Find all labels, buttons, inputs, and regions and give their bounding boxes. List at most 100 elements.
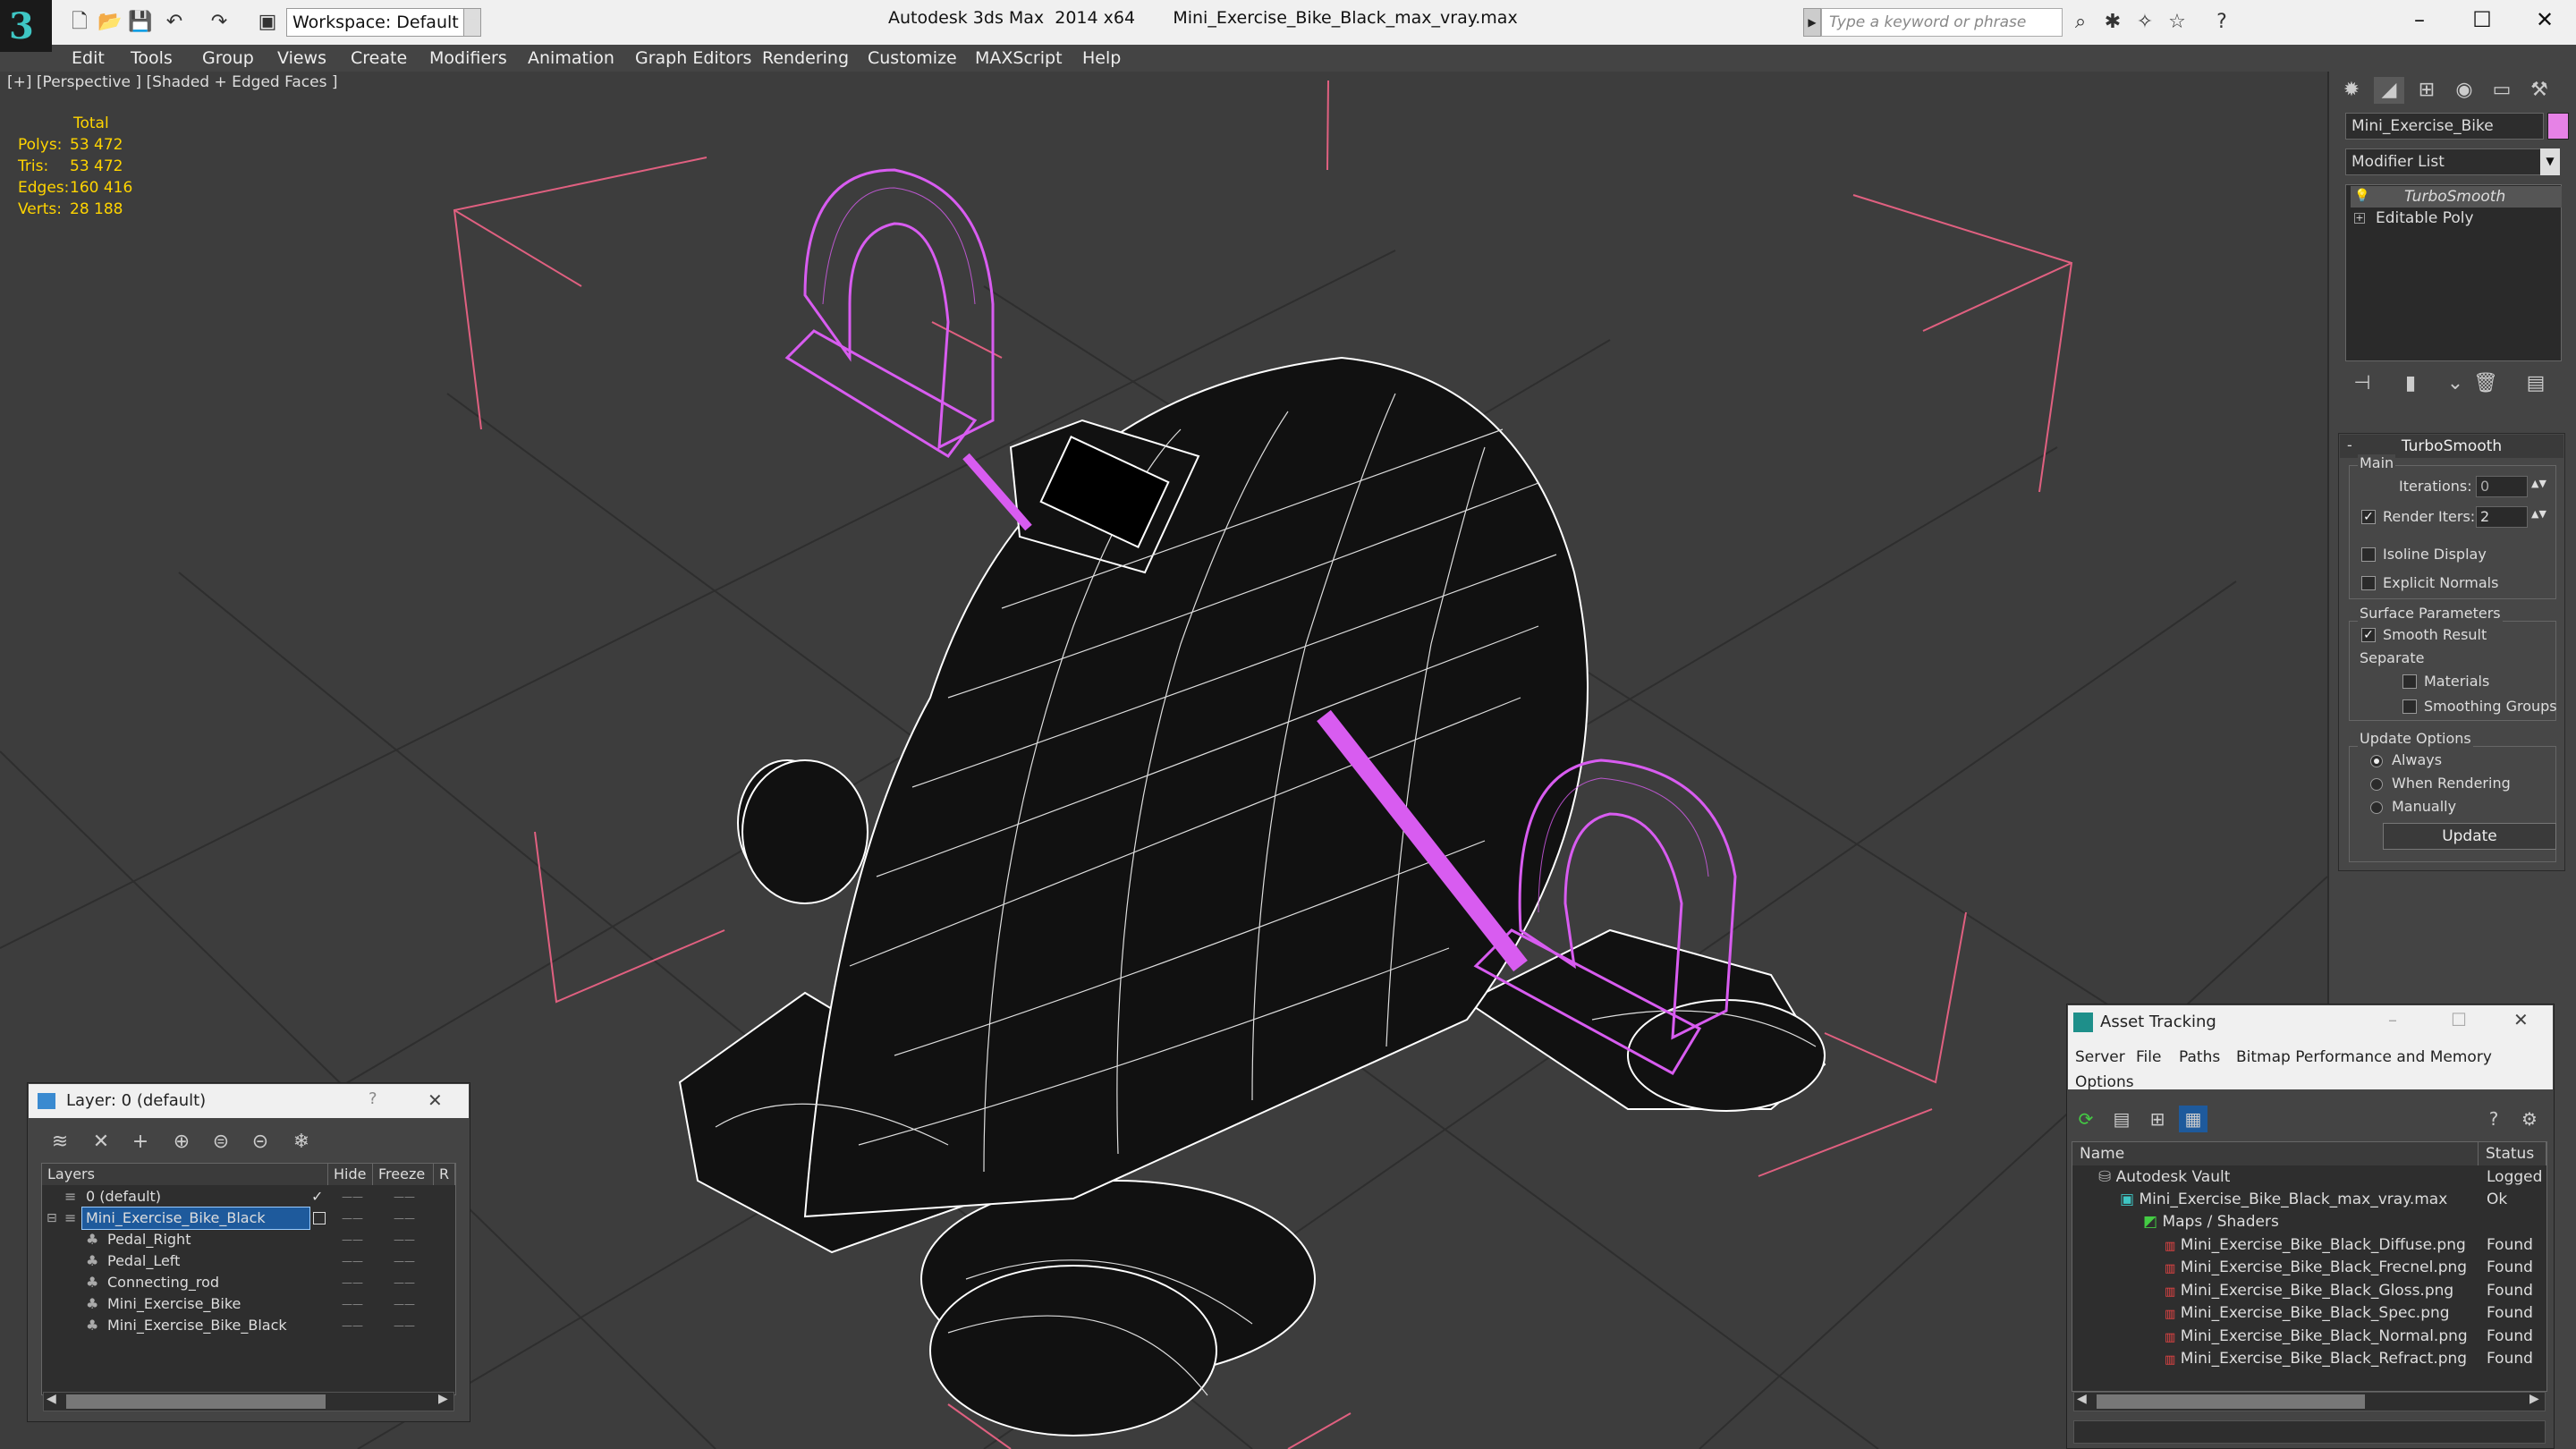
layer-manager-icon[interactable]: ≋ [45,1129,75,1156]
column-render[interactable]: R [434,1164,455,1185]
tree-view-icon[interactable]: ⊞ [2143,1106,2172,1132]
workspace-select[interactable]: Workspace: Default [286,8,465,37]
layer-row[interactable]: ≡ 0 (default) ✓ —— —— [43,1186,454,1208]
create-tab-icon[interactable]: ✹ [2336,77,2367,104]
close-button[interactable]: ✕ [2513,0,2576,39]
scroll-left-icon[interactable]: ◀ [2077,1392,2087,1406]
close-button[interactable]: ✕ [2513,1009,2529,1030]
viewport-label[interactable]: [+] [Perspective ] [Shaded + Edged Faces… [7,73,337,91]
scroll-right-icon[interactable]: ▶ [2529,1392,2539,1406]
column-name[interactable]: Name [2072,1142,2479,1165]
asset-menu-file[interactable]: File [2136,1045,2161,1070]
delete-layer-icon[interactable]: ✕ [86,1129,116,1156]
asset-row[interactable]: ▥ Mini_Exercise_Bike_Black_Normal.png [2165,1326,2468,1348]
isoline-display-checkbox[interactable] [2361,547,2376,562]
asset-row[interactable]: ▥ Mini_Exercise_Bike_Black_Diffuse.png [2165,1234,2466,1257]
asset-row[interactable]: ▥ Mini_Exercise_Bike_Black_Gloss.png [2165,1280,2453,1302]
stack-item-editable-poly[interactable]: Editable Poly [2351,208,2474,229]
undo-icon[interactable]: ↶ [161,9,188,36]
chevron-down-icon[interactable]: ▼ [463,8,481,37]
layer-row[interactable]: ♣ Mini_Exercise_Bike_Black —— —— [43,1315,454,1336]
utilities-tab-icon[interactable]: ⚒ [2524,77,2555,104]
search-expand-icon[interactable]: ▶ [1803,8,1821,37]
freeze-toggle[interactable]: —— [394,1293,415,1315]
favorites-star-icon[interactable]: ☆ [2165,10,2190,35]
asset-row[interactable]: ▥ Mini_Exercise_Bike_Black_Spec.png [2165,1302,2450,1325]
collapse-minus-icon[interactable]: - [2347,436,2352,453]
display-tab-icon[interactable]: ▭ [2487,77,2517,104]
close-button[interactable]: ✕ [428,1089,443,1111]
minimize-button[interactable]: – [2388,1009,2397,1030]
when-rendering-radio[interactable] [2370,778,2383,791]
open-file-icon[interactable]: 📂 [97,9,123,36]
collapse-icon[interactable]: ⊟ [47,1208,57,1229]
chevron-down-icon[interactable]: ▼ [2540,148,2560,175]
asset-row[interactable]: ⛁ Autodesk Vault [2098,1166,2230,1189]
menu-help[interactable]: Help [1082,45,1121,72]
add-layer-icon[interactable]: + [125,1129,156,1156]
freeze-toggle[interactable]: —— [394,1229,415,1250]
asset-menu-options[interactable]: Options [2075,1070,2134,1095]
menu-rendering[interactable]: Rendering [762,45,849,72]
hide-toggle[interactable]: —— [342,1208,363,1229]
menu-views[interactable]: Views [277,45,326,72]
help-icon[interactable]: ? [2209,10,2234,35]
highlight-layer-icon[interactable]: ⊜ [206,1129,236,1156]
layer-row[interactable]: ♣ Pedal_Right —— —— [43,1229,454,1250]
expand-plus-icon[interactable]: + [2354,213,2365,224]
asset-row[interactable]: ◩ Maps / Shaders [2143,1211,2279,1233]
smoothing-groups-checkbox[interactable] [2402,699,2417,714]
layer-row[interactable]: ♣ Pedal_Left —— —— [43,1250,454,1272]
maximize-button[interactable]: ☐ [2451,0,2513,39]
freeze-toggle[interactable]: —— [394,1208,415,1229]
menu-maxscript[interactable]: MAXScript [975,45,1063,72]
maximize-button[interactable]: ☐ [2451,1009,2467,1030]
menu-customize[interactable]: Customize [868,45,957,72]
remove-modifier-icon[interactable]: 🗑 [2472,370,2499,397]
menu-graph-editors[interactable]: Graph Editors [635,45,751,72]
freeze-all-icon[interactable]: ❄ [286,1129,317,1156]
hide-toggle[interactable]: —— [342,1315,363,1336]
lightbulb-icon[interactable]: 💡 [2354,189,2369,203]
scrollbar-thumb[interactable] [2097,1394,2365,1409]
materials-checkbox[interactable] [2402,674,2417,689]
hide-toggle[interactable]: —— [342,1272,363,1293]
vault-settings-icon[interactable]: ⚙ [2515,1106,2544,1132]
layer-row[interactable]: ⊟ ≡ Mini_Exercise_Bike_Black —— —— [43,1207,454,1230]
asset-row[interactable]: ▥ Mini_Exercise_Bike_Black_Refract.png [2165,1348,2467,1370]
menu-tools[interactable]: Tools [131,45,173,72]
object-color-swatch[interactable] [2547,113,2569,140]
menu-edit[interactable]: Edit [72,45,105,72]
redo-icon[interactable]: ↷ [206,9,233,36]
iterations-spinner[interactable]: 0 [2476,476,2528,497]
spinner-arrows-icon[interactable]: ▲▼ [2531,508,2546,520]
pin-stack-icon[interactable]: ⊣ [2349,370,2376,397]
subscription-icon[interactable]: ✱ [2100,10,2125,35]
scroll-left-icon[interactable]: ◀ [47,1392,56,1406]
column-hide[interactable]: Hide [328,1164,373,1185]
menu-animation[interactable]: Animation [528,45,614,72]
always-radio[interactable] [2370,755,2383,767]
new-file-icon[interactable]: 🗋 [66,9,93,36]
select-objects-icon[interactable]: ⊕ [166,1129,197,1156]
column-layers[interactable]: Layers [42,1164,328,1185]
smooth-result-checkbox[interactable]: ✓ [2361,628,2376,642]
motion-tab-icon[interactable]: ◉ [2449,77,2479,104]
table-view-icon[interactable]: ▦ [2179,1106,2207,1132]
project-folder-icon[interactable]: ▣ [254,9,281,36]
layer-dialog-title[interactable]: Layer: 0 (default) [29,1084,469,1118]
refresh-icon[interactable]: ⟳ [2072,1106,2100,1132]
hide-toggle[interactable]: —— [342,1186,363,1208]
menu-modifiers[interactable]: Modifiers [429,45,507,72]
active-layer-check-icon[interactable]: ✓ [311,1186,323,1208]
menu-group[interactable]: Group [202,45,254,72]
communication-icon[interactable]: ✧ [2132,10,2157,35]
menu-create[interactable]: Create [351,45,407,72]
freeze-toggle[interactable]: —— [394,1272,415,1293]
layer-row[interactable]: ♣ Mini_Exercise_Bike —— —— [43,1293,454,1315]
configure-modifier-sets-icon[interactable]: ▤ [2522,370,2549,397]
scrollbar-thumb[interactable] [66,1394,326,1409]
render-iters-checkbox[interactable]: ✓ [2361,510,2376,524]
freeze-toggle[interactable]: —— [394,1186,415,1208]
hide-toggle[interactable]: —— [342,1250,363,1272]
